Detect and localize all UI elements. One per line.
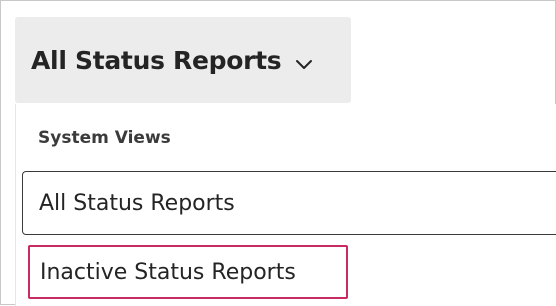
chevron-down-icon	[295, 56, 313, 69]
view-picker-panel: All Status Reports System Views All Stat…	[0, 0, 556, 306]
view-selector-label: All Status Reports	[31, 45, 282, 75]
view-selector-button[interactable]: All Status Reports	[15, 17, 351, 103]
option-label: All Status Reports	[39, 190, 235, 216]
option-label: Inactive Status Reports	[40, 259, 296, 285]
group-header-system-views: System Views	[38, 128, 171, 148]
option-all-status-reports[interactable]: All Status Reports	[22, 171, 556, 235]
view-dropdown-menu: System Views All Status Reports Inactive…	[15, 104, 556, 306]
option-inactive-status-reports[interactable]: Inactive Status Reports	[28, 245, 348, 299]
